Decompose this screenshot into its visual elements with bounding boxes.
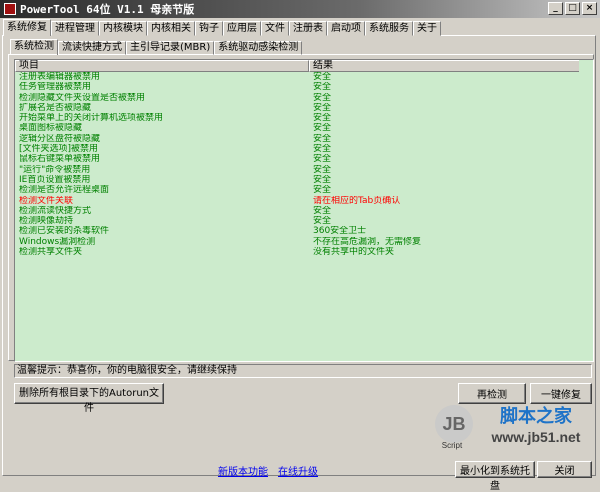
row-item: 检测流读快捷方式 xyxy=(19,205,92,216)
table-row[interactable]: 检测共享文件夹 没有共享中的文件夹 xyxy=(15,247,593,257)
table-row[interactable]: 检测流读快捷方式 安全 xyxy=(15,206,593,216)
table-row[interactable]: 注册表编辑器被禁用 安全 xyxy=(15,72,593,82)
row-item: 开始菜单上的关闭计算机选项被禁用 xyxy=(19,113,164,124)
row-item: [文件夹选项]被禁用 xyxy=(19,144,99,155)
row-result: 没有共享中的文件夹 xyxy=(313,247,395,258)
row-result: 安全 xyxy=(313,113,332,124)
row-result: 安全 xyxy=(313,205,332,216)
window-title: PowerTool 64位 V1.1 母亲节版 xyxy=(20,3,195,16)
row-result: 360安全卫士 xyxy=(313,226,367,237)
minimize-to-tray-button[interactable]: 最小化到系统托盘 xyxy=(455,461,535,492)
tab-mbr[interactable]: 主引导记录(MBR) xyxy=(126,41,215,55)
tab-files[interactable]: 文件 xyxy=(261,21,289,36)
row-item: 检测是否允许远程桌面 xyxy=(19,185,110,196)
row-result: 安全 xyxy=(313,82,332,93)
minimize-button[interactable]: _ xyxy=(548,2,563,15)
column-header-result[interactable]: 结果 xyxy=(309,60,593,72)
watermark-url: www.jb51.net xyxy=(491,429,581,445)
tab-system-check[interactable]: 系统检测 xyxy=(10,39,58,55)
row-result: 安全 xyxy=(313,92,332,103)
column-header-item[interactable]: 项目 xyxy=(15,60,309,72)
list-header: 项目 结果 xyxy=(15,60,593,72)
table-row[interactable]: IE首页设置被禁用 安全 xyxy=(15,175,593,185)
table-row[interactable]: 开始菜单上的关闭计算机选项被禁用 安全 xyxy=(15,113,593,123)
tab-process-management[interactable]: 进程管理 xyxy=(51,21,99,36)
table-row[interactable]: 检测隐藏文件夹设置是否被禁用 安全 xyxy=(15,93,593,103)
delete-autorun-button[interactable]: 删除所有根目录下的Autorun文件 xyxy=(14,383,164,414)
table-row[interactable]: 扩展名是否被隐藏 安全 xyxy=(15,103,593,113)
tab-stream-shortcuts[interactable]: 流读快捷方式 xyxy=(58,41,126,55)
table-row[interactable]: 检测文件关联 请在相应的Tab页确认 xyxy=(15,196,593,206)
watermark-script: Script xyxy=(442,441,463,450)
row-item: 检测映像劫持 xyxy=(19,216,74,227)
row-result: 安全 xyxy=(313,174,332,185)
close-window-button[interactable]: × xyxy=(582,2,597,15)
online-upgrade-link[interactable]: 在线升级 xyxy=(278,463,318,478)
table-row[interactable]: "运行"命令被禁用 安全 xyxy=(15,165,593,175)
row-item: 检测共享文件夹 xyxy=(19,247,83,258)
row-item: 注册表编辑器被禁用 xyxy=(19,72,101,82)
row-result: 安全 xyxy=(313,154,332,165)
watermark-brand: 脚本之家 xyxy=(500,405,573,427)
row-result: 不存在高危漏洞，无需修复 xyxy=(313,236,422,247)
row-result: 安全 xyxy=(313,72,332,82)
list-scroll-area xyxy=(579,60,593,361)
tab-application-layer[interactable]: 应用层 xyxy=(223,21,261,36)
row-result: 安全 xyxy=(313,133,332,144)
tab-kernel-modules[interactable]: 内核模块 xyxy=(99,21,147,36)
row-result: 安全 xyxy=(313,102,332,113)
tab-about[interactable]: 关于 xyxy=(413,21,441,36)
close-button[interactable]: 关闭 xyxy=(537,461,592,478)
table-row[interactable]: 鼠标右键菜单被禁用 安全 xyxy=(15,154,593,164)
app-icon xyxy=(4,3,16,15)
row-item: 检测文件关联 xyxy=(19,195,74,206)
window-controls: _ □ × xyxy=(548,2,597,15)
new-features-link[interactable]: 新版本功能 xyxy=(218,463,268,478)
table-row[interactable]: 检测映像劫持 安全 xyxy=(15,216,593,226)
row-item: "运行"命令被禁用 xyxy=(19,164,91,175)
check-results-list[interactable]: 项目 结果 注册表编辑器被禁用 安全 任务管理器被禁用 安全 检测隐藏文件夹设置是否被禁… xyxy=(14,59,594,362)
table-row[interactable]: 任务管理器被禁用 安全 xyxy=(15,82,593,92)
title-bar: PowerTool 64位 V1.1 母亲节版 _ □ × xyxy=(0,0,600,18)
tab-system-services[interactable]: 系统服务 xyxy=(365,21,413,36)
main-tabs: 系统修复 进程管理 内核模块 内核相关 钩子 应用层 文件 注册表 启动项 系统… xyxy=(3,19,441,36)
tab-hooks[interactable]: 钩子 xyxy=(195,21,223,36)
row-result: 请在相应的Tab页确认 xyxy=(313,195,401,206)
sub-tabs: 系统检测 流读快捷方式 主引导记录(MBR) 系统驱动感染检测 xyxy=(10,39,303,55)
row-item: 桌面图标被隐藏 xyxy=(19,123,83,134)
row-item: 检测已安装的杀毒软件 xyxy=(19,226,110,237)
row-result: 安全 xyxy=(313,144,332,155)
row-item: 逻辑分区盘符被隐藏 xyxy=(19,133,101,144)
maximize-button[interactable]: □ xyxy=(565,2,580,15)
row-item: 鼠标右键菜单被禁用 xyxy=(19,154,101,165)
row-item: Windows漏洞检测 xyxy=(19,236,96,247)
row-item: IE首页设置被禁用 xyxy=(19,174,91,185)
row-result: 安全 xyxy=(313,185,332,196)
tab-kernel-related[interactable]: 内核相关 xyxy=(147,21,195,36)
tab-driver-infection[interactable]: 系统驱动感染检测 xyxy=(214,41,303,55)
tab-startup[interactable]: 启动项 xyxy=(327,21,365,36)
table-row[interactable]: 桌面图标被隐藏 安全 xyxy=(15,123,593,133)
table-row[interactable]: Windows漏洞检测 不存在高危漏洞，无需修复 xyxy=(15,237,593,247)
table-row[interactable]: 检测已安装的杀毒软件 360安全卫士 xyxy=(15,226,593,236)
row-result: 安全 xyxy=(313,123,332,134)
row-result: 安全 xyxy=(313,216,332,227)
watermark-jb: JB xyxy=(442,414,465,434)
row-item: 检测隐藏文件夹设置是否被禁用 xyxy=(19,92,146,103)
tab-registry[interactable]: 注册表 xyxy=(289,21,327,36)
row-item: 任务管理器被禁用 xyxy=(19,82,92,93)
watermark-logo: JB Script 脚本之家 www.jb51.net xyxy=(434,398,594,453)
row-item: 扩展名是否被隐藏 xyxy=(19,102,92,113)
status-message: 温馨提示：恭喜你，你的电脑很安全，请继续保持 xyxy=(14,364,592,378)
tab-system-repair[interactable]: 系统修复 xyxy=(3,19,51,36)
table-row[interactable]: 逻辑分区盘符被隐藏 安全 xyxy=(15,134,593,144)
table-row[interactable]: [文件夹选项]被禁用 安全 xyxy=(15,144,593,154)
list-body: 注册表编辑器被禁用 安全 任务管理器被禁用 安全 检测隐藏文件夹设置是否被禁用 安全 扩展名… xyxy=(15,72,593,257)
table-row[interactable]: 检测是否允许远程桌面 安全 xyxy=(15,185,593,195)
row-result: 安全 xyxy=(313,164,332,175)
